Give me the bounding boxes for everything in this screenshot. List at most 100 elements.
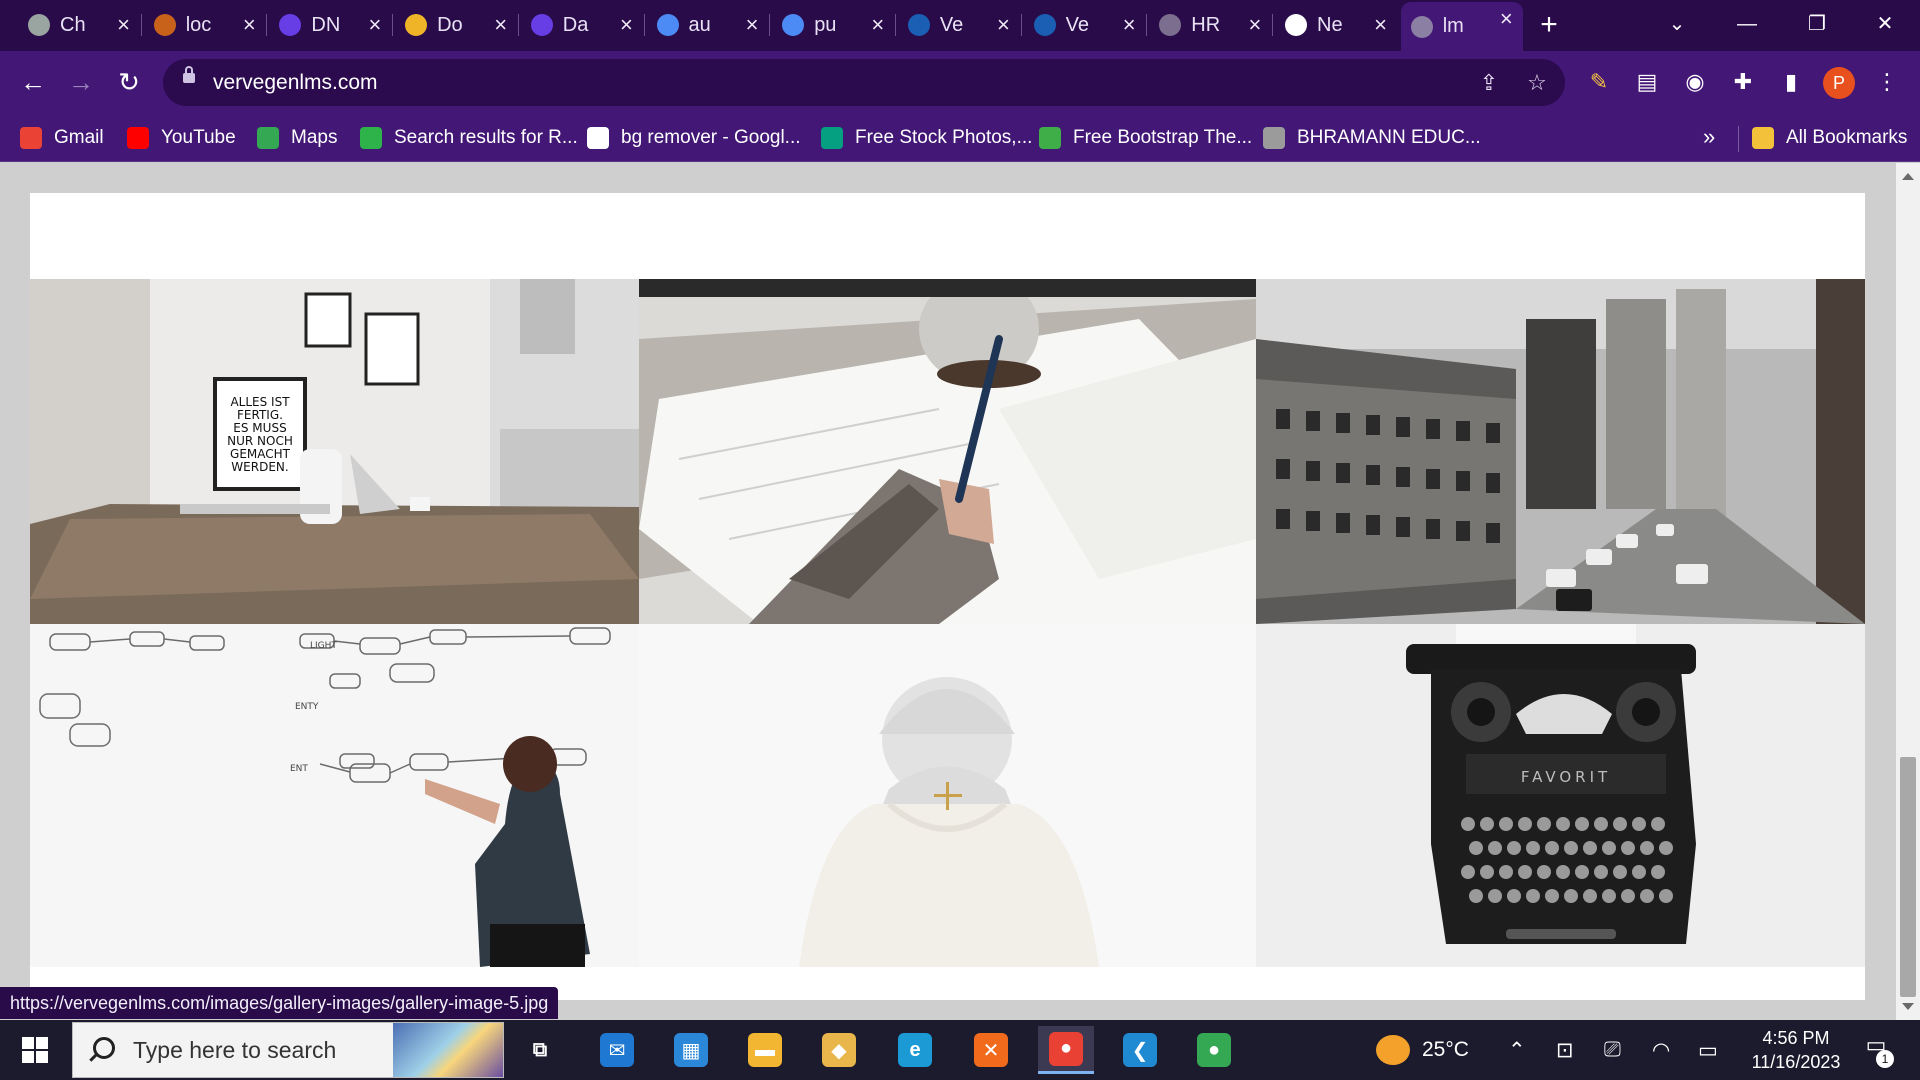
tab-1[interactable]: Ch × — [18, 8, 140, 42]
gallery-image-3[interactable] — [1256, 279, 1865, 624]
search-placeholder: Type here to search — [133, 1037, 337, 1063]
tab-label: loc — [185, 13, 212, 36]
all-bookmarks-label: All Bookmarks — [1786, 127, 1908, 148]
scroll-down-icon[interactable] — [1902, 1003, 1914, 1010]
bookmark-5[interactable]: bg remover - Googl... — [587, 124, 801, 152]
vervegen-icon — [907, 14, 930, 36]
taskbar-app-9[interactable]: ❮ — [1112, 1026, 1168, 1074]
tab-5[interactable]: Da × — [521, 8, 643, 42]
close-tab-icon[interactable]: × — [1123, 12, 1136, 38]
bookmark-6[interactable]: Free Stock Photos,... — [821, 124, 1032, 152]
url-text[interactable]: vervegenlms.com — [213, 71, 378, 95]
restore-button[interactable]: ❐ — [1794, 6, 1840, 42]
taskbar-app-8[interactable]: ● — [1038, 1026, 1094, 1074]
typewriter-key — [1659, 841, 1673, 855]
scrollbar-thumb[interactable] — [1900, 757, 1916, 997]
profile-avatar[interactable]: P — [1823, 67, 1855, 99]
youtube-icon — [127, 127, 149, 149]
weather-widget[interactable]: 25°C — [1376, 1020, 1469, 1080]
address-bar[interactable]: vervegenlms.com ⇪ ☆ — [163, 59, 1565, 106]
notification-center-button[interactable]: ▭ 1 — [1856, 1032, 1896, 1068]
gallery-image-4[interactable]: LIGHT ENTY ENT — [30, 624, 639, 967]
tab-9[interactable]: Ve × — [1024, 8, 1146, 42]
bookmark-3[interactable]: Maps — [257, 124, 337, 152]
back-button[interactable]: ← — [14, 63, 52, 101]
forward-button[interactable]: → — [62, 63, 100, 101]
close-tab-icon[interactable]: × — [1248, 12, 1261, 38]
close-window-button[interactable]: ✕ — [1862, 6, 1908, 42]
reload-button[interactable]: ↻ — [110, 63, 148, 101]
new-tab-button[interactable]: + — [1534, 8, 1564, 42]
tab-2[interactable]: loc × — [144, 8, 266, 42]
close-tab-icon[interactable]: × — [746, 12, 759, 38]
bookmark-1[interactable]: Gmail — [20, 124, 104, 152]
scroll-up-icon[interactable] — [1902, 173, 1914, 180]
close-tab-icon[interactable]: × — [494, 12, 507, 38]
bookmark-2[interactable]: YouTube — [127, 124, 236, 152]
typewriter-key — [1499, 865, 1513, 879]
extensions-puzzle-icon[interactable]: ✚ — [1727, 66, 1759, 98]
tab-3[interactable]: DN × — [269, 8, 391, 42]
tab-6[interactable]: au × — [647, 8, 769, 42]
gallery-image-2[interactable] — [639, 279, 1256, 624]
bookmark-8[interactable]: BHRAMANN EDUC... — [1263, 124, 1481, 152]
gallery-image-5[interactable] — [639, 624, 1256, 967]
extension-pen-icon[interactable]: ✎ — [1583, 66, 1615, 98]
lock-icon[interactable] — [183, 66, 195, 83]
close-tab-icon[interactable]: × — [1500, 6, 1513, 32]
vertical-scrollbar[interactable] — [1896, 163, 1920, 1020]
camera-icon[interactable]: ◉ — [1679, 66, 1711, 98]
all-bookmarks-button[interactable]: All Bookmarks — [1752, 124, 1907, 152]
close-tab-icon[interactable]: × — [997, 12, 1010, 38]
close-tab-icon[interactable]: × — [117, 12, 130, 38]
bookmark-4[interactable]: Search results for R... — [360, 124, 578, 152]
share-icon[interactable]: ⇪ — [1475, 69, 1503, 97]
battery-icon[interactable]: ▭ — [1698, 1020, 1718, 1080]
close-tab-icon[interactable]: × — [871, 12, 884, 38]
typewriter-key — [1594, 817, 1608, 831]
wifi-icon[interactable]: ◠ — [1652, 1020, 1670, 1080]
show-hidden-icons-button[interactable]: ⌃ — [1508, 1020, 1526, 1080]
taskbar-app-6[interactable]: e — [887, 1026, 943, 1074]
bookmark-star-icon[interactable]: ☆ — [1523, 69, 1551, 97]
typewriter-key — [1651, 817, 1665, 831]
taskbar-search[interactable]: Type here to search — [72, 1022, 504, 1078]
taskbar-app-7[interactable]: ✕ — [963, 1026, 1019, 1074]
zoom-plus-icon[interactable] — [933, 781, 962, 810]
close-tab-icon[interactable]: × — [369, 12, 382, 38]
close-tab-icon[interactable]: × — [620, 12, 633, 38]
tab-search-button[interactable]: ⌄ — [1654, 6, 1700, 42]
weather-temp: 25°C — [1422, 1038, 1469, 1061]
taskbar-app-5[interactable]: ◆ — [811, 1026, 867, 1074]
taskbar-clock[interactable]: 4:56 PM 11/16/2023 — [1736, 1026, 1856, 1074]
meet-now-icon[interactable]: ⊡ — [1556, 1020, 1574, 1080]
minimize-button[interactable]: — — [1724, 6, 1770, 42]
taskbar-app-10[interactable]: ● — [1186, 1026, 1242, 1074]
taskbar-app-3[interactable]: ▦ — [663, 1026, 719, 1074]
tab-4[interactable]: Do × — [395, 8, 517, 42]
side-panel-icon[interactable]: ▮ — [1775, 66, 1807, 98]
taskbar-app-4[interactable]: ▬ — [737, 1026, 793, 1074]
taskbar-app-1[interactable]: ⧉ — [512, 1026, 568, 1074]
start-button[interactable] — [22, 1037, 48, 1063]
extension-calendar-icon[interactable]: ▤ — [1631, 66, 1663, 98]
close-tab-icon[interactable]: × — [1374, 12, 1387, 38]
bookmarks-overflow-button[interactable]: » — [1703, 124, 1715, 150]
tab-8[interactable]: Ve × — [898, 8, 1020, 42]
screen-icon[interactable]: ⎚ — [1604, 1020, 1621, 1080]
tab-10[interactable]: HR × — [1149, 8, 1271, 42]
taskbar-app-2[interactable]: ✉ — [589, 1026, 645, 1074]
typewriter-key — [1613, 817, 1627, 831]
gallery-image-1[interactable]: ALLES IST FERTIG. ES MUSS NUR NOCH GEMAC… — [30, 279, 639, 624]
gallery-image-6[interactable]: FAVORIT — [1256, 624, 1865, 967]
tab-7[interactable]: pu × — [772, 8, 894, 42]
folder-icon — [1752, 127, 1774, 149]
search-highlight-art[interactable] — [393, 1023, 503, 1077]
tab-11[interactable]: Ne × — [1275, 8, 1397, 42]
tab-12[interactable]: lm × — [1400, 2, 1523, 51]
close-tab-icon[interactable]: × — [243, 12, 256, 38]
menu-kebab-icon[interactable]: ⋮ — [1871, 66, 1903, 98]
tab-label: pu — [814, 13, 837, 36]
typewriter-key — [1564, 841, 1578, 855]
bookmark-7[interactable]: Free Bootstrap The... — [1039, 124, 1252, 152]
